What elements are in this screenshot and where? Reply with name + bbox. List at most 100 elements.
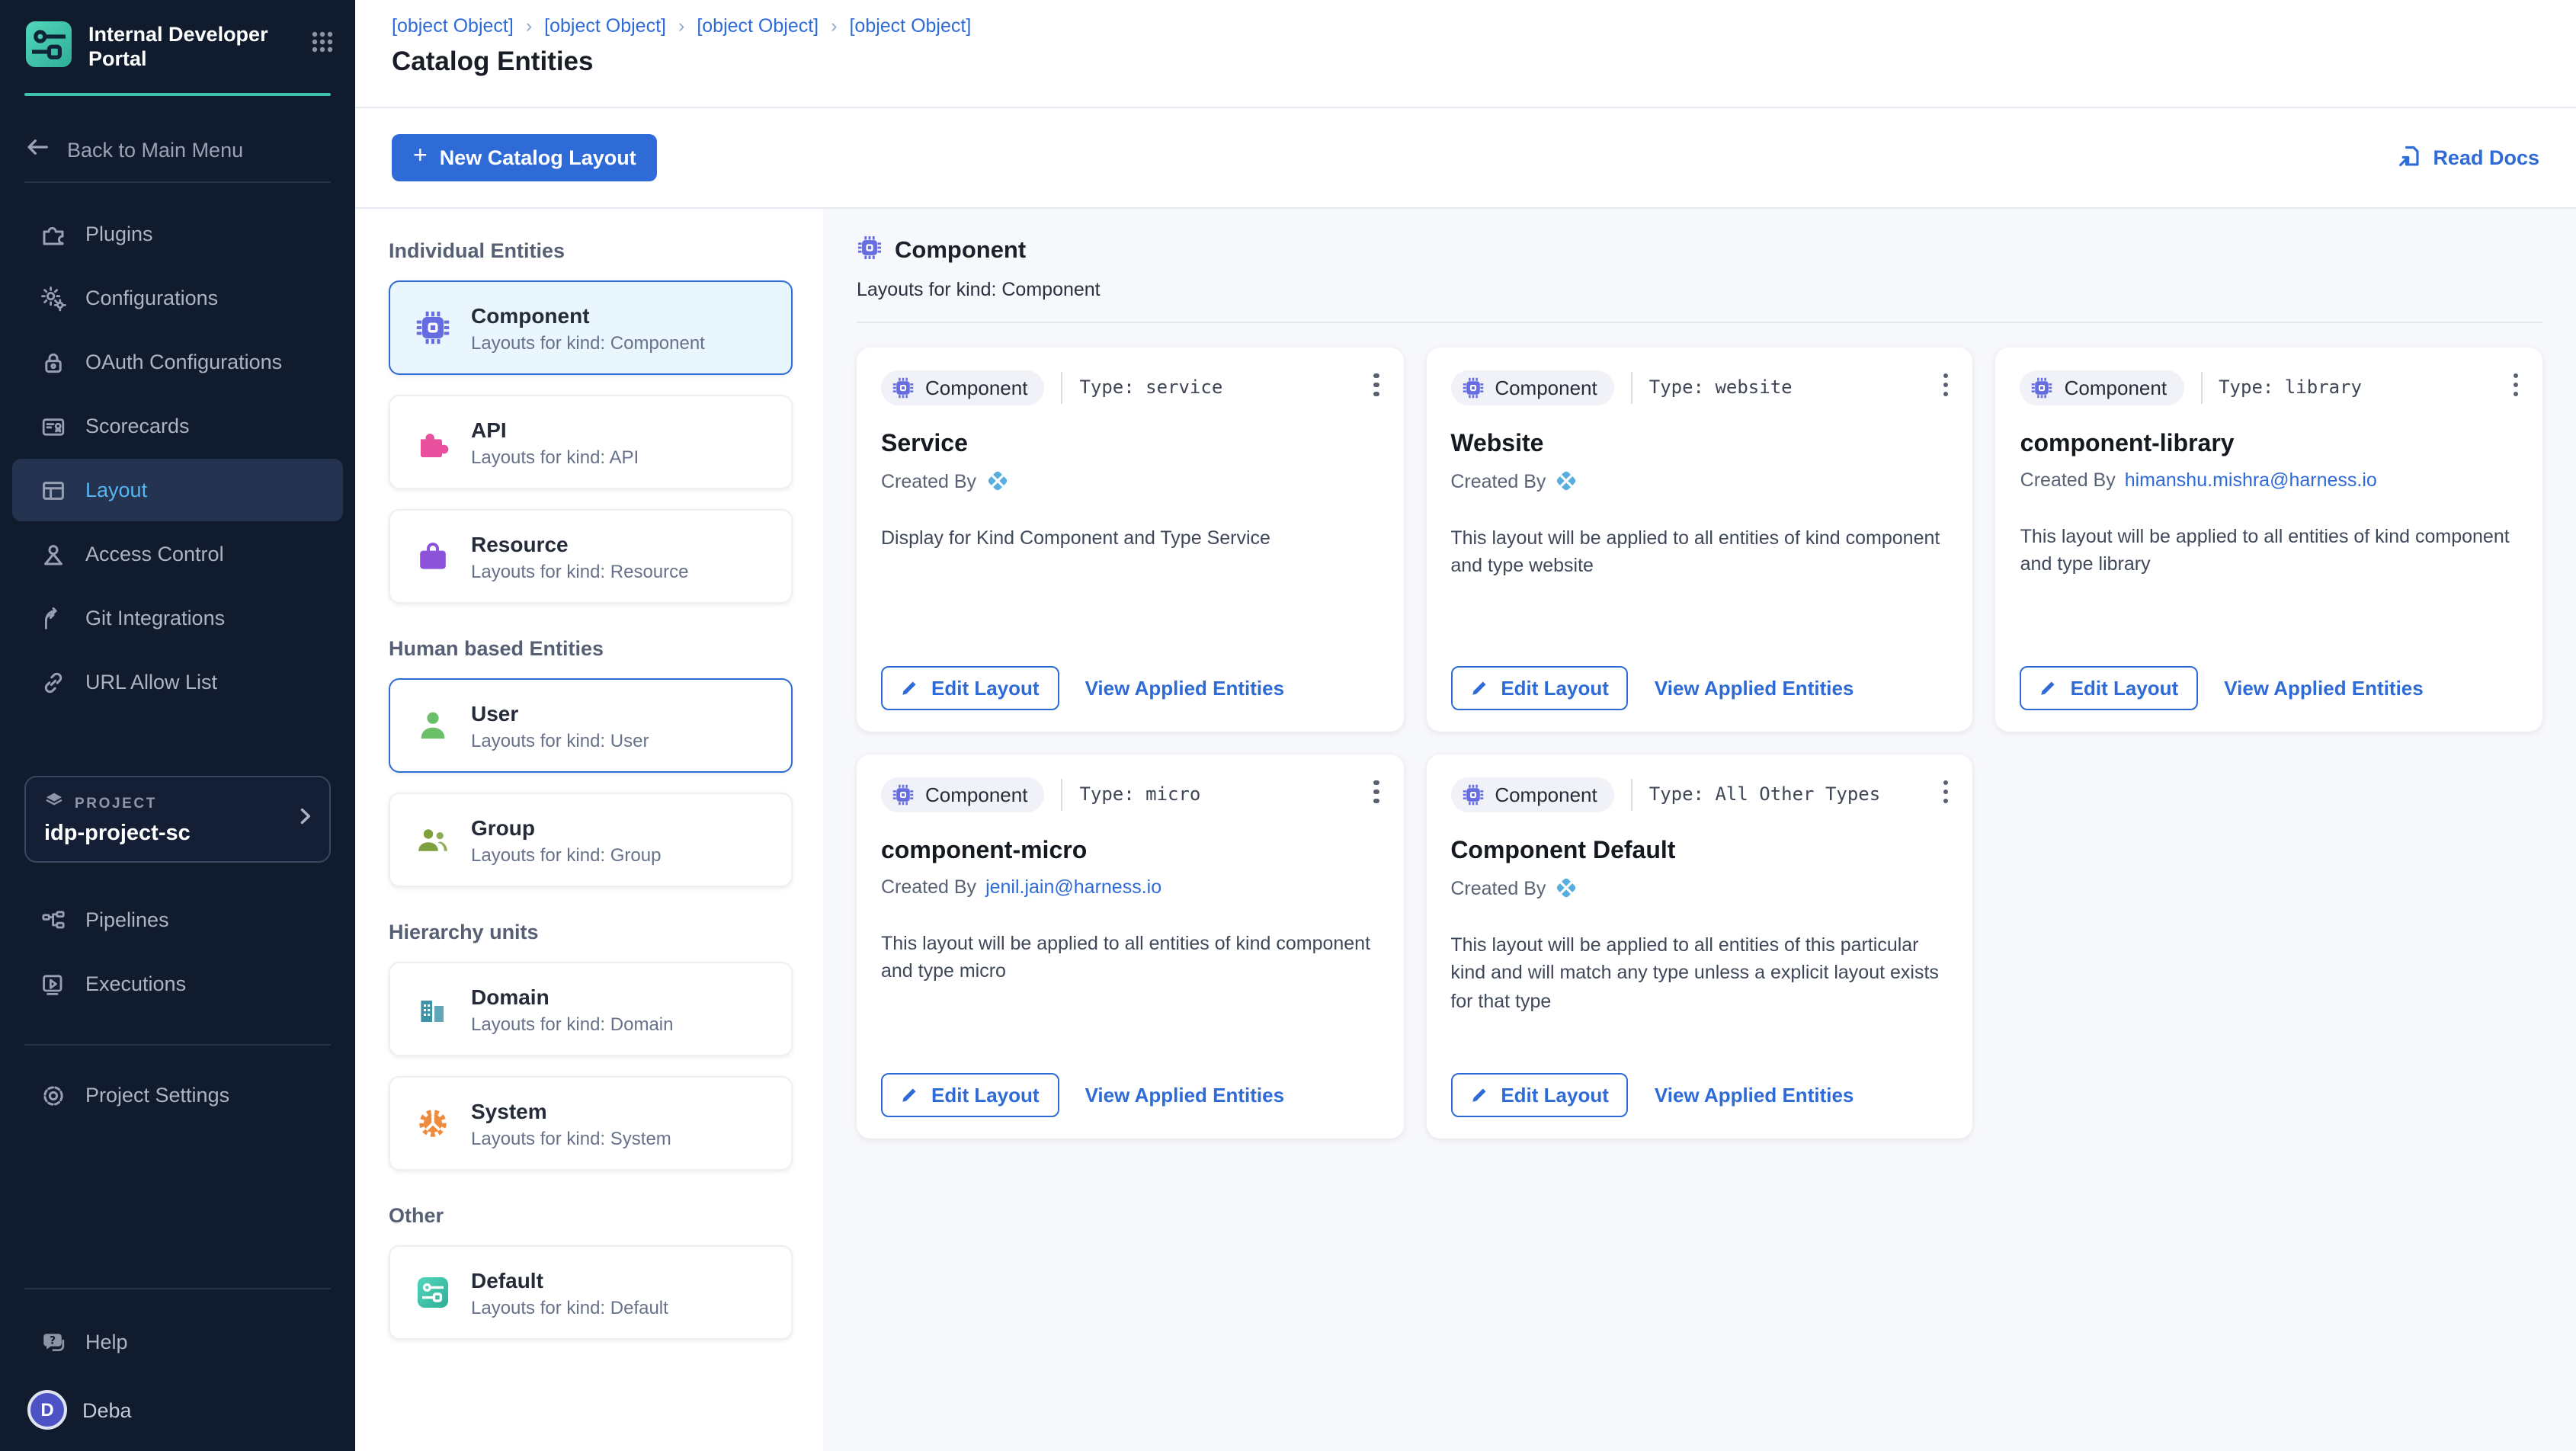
sidebar-item[interactable]: Pipelines	[12, 889, 343, 952]
created-by-author-link[interactable]: himanshu.mishra@harness.io	[2125, 469, 2377, 491]
plus-icon: +	[413, 147, 428, 169]
project-selector[interactable]: PROJECT idp-project-sc	[24, 777, 331, 863]
entity-kind-card[interactable]: Component Layouts for kind: Component	[389, 280, 793, 375]
created-by-label: Created By	[1450, 877, 1546, 898]
sidebar-item[interactable]: Executions	[12, 953, 343, 1016]
type-label: Type: micro	[1061, 778, 1200, 811]
kebab-menu-icon[interactable]	[2507, 367, 2524, 403]
entity-kind-desc: Layouts for kind: API	[471, 446, 639, 467]
docs-external-icon	[2396, 143, 2422, 173]
kind-badge: Component	[1450, 370, 1613, 405]
sidebar-item[interactable]: Access Control	[12, 524, 343, 586]
user-name: Deba	[82, 1398, 132, 1421]
entity-section: Human based Entities User Layouts for ki…	[389, 637, 793, 887]
view-applied-entities-link[interactable]: View Applied Entities	[1085, 1084, 1285, 1107]
harness-logo-icon	[1555, 469, 1578, 492]
kebab-menu-icon[interactable]	[1368, 774, 1386, 810]
read-docs-link[interactable]: Read Docs	[2396, 143, 2539, 173]
scorecards-icon	[40, 413, 67, 440]
entity-kind-title: User	[471, 700, 649, 725]
entity-kind-title: Resource	[471, 531, 689, 556]
layers-icon	[44, 792, 64, 816]
edit-layout-button[interactable]: Edit Layout	[881, 1073, 1059, 1117]
sidebar-item[interactable]: OAuth Configurations	[12, 332, 343, 394]
created-by-label: Created By	[881, 876, 976, 898]
entity-kind-title: Component	[471, 303, 705, 327]
entity-kind-panel: Individual Entities Component Layouts fo…	[355, 209, 823, 1451]
sidebar-item[interactable]: Git Integrations	[12, 588, 343, 650]
sidebar-item-label: Scorecards	[85, 415, 190, 438]
kind-badge: Component	[881, 370, 1044, 405]
layout-card: Component Type: All Other Types Componen…	[1426, 754, 1972, 1139]
created-by-label: Created By	[881, 470, 976, 492]
entity-kind-card[interactable]: User Layouts for kind: User	[389, 678, 793, 773]
edit-layout-button[interactable]: Edit Layout	[1450, 1073, 1629, 1117]
help-chat-icon: ?	[40, 1328, 67, 1356]
kebab-menu-icon[interactable]	[1368, 367, 1386, 403]
component-chip-icon	[857, 235, 883, 268]
kebab-menu-icon[interactable]	[1937, 367, 1955, 403]
breadcrumb-item[interactable]: [object Object]	[392, 15, 514, 37]
new-catalog-layout-button[interactable]: + New Catalog Layout	[392, 134, 658, 181]
breadcrumb-item[interactable]: [object Object]	[514, 15, 666, 37]
entity-section-heading: Other	[389, 1204, 793, 1227]
entity-kind-desc: Layouts for kind: Component	[471, 332, 705, 353]
sidebar-item-label: Git Integrations	[85, 607, 225, 630]
sidebar-item[interactable]: Configurations	[12, 267, 343, 330]
sidebar-item-label: URL Allow List	[85, 671, 217, 694]
sidebar-bottom: ? Help D Deba	[0, 1288, 355, 1451]
pipelines-icon	[40, 907, 67, 934]
edit-layout-button[interactable]: Edit Layout	[2020, 666, 2199, 710]
pencil-icon	[901, 1083, 921, 1107]
sidebar-item[interactable]: URL Allow List	[12, 652, 343, 714]
layout-cards-grid: Component Type: service Service Created …	[857, 348, 2542, 1139]
configurations-icon	[40, 285, 67, 312]
edit-layout-button[interactable]: Edit Layout	[881, 666, 1059, 710]
sidebar-item-label: Access Control	[85, 543, 224, 566]
entity-kind-card[interactable]: Resource Layouts for kind: Resource	[389, 509, 793, 604]
created-by-label: Created By	[2020, 469, 2116, 491]
pencil-icon	[901, 676, 921, 700]
app-grid-icon[interactable]	[311, 20, 334, 61]
view-applied-entities-link[interactable]: View Applied Entities	[2224, 677, 2424, 700]
view-applied-entities-link[interactable]: View Applied Entities	[1655, 1084, 1854, 1107]
type-label: Type: website	[1631, 371, 1793, 404]
kind-badge-label: Component	[1495, 783, 1597, 806]
type-label: Type: library	[2200, 371, 2362, 404]
sidebar-item[interactable]: Layout	[12, 460, 343, 522]
pencil-icon	[2040, 676, 2060, 700]
sidebar-item-help[interactable]: ? Help	[12, 1311, 343, 1373]
breadcrumb-item[interactable]: [object Object]	[666, 15, 819, 37]
oauth-icon	[40, 349, 67, 376]
view-applied-entities-link[interactable]: View Applied Entities	[1085, 677, 1285, 700]
user-menu[interactable]: D Deba	[0, 1375, 355, 1439]
avatar: D	[27, 1390, 67, 1430]
entity-kind-card[interactable]: API Layouts for kind: API	[389, 395, 793, 489]
project-name: idp-project-sc	[44, 822, 293, 847]
git-icon	[40, 605, 67, 633]
sidebar-item-project-settings[interactable]: Project Settings	[12, 1065, 343, 1127]
sidebar-item[interactable]: Scorecards	[12, 396, 343, 458]
section-title: Component	[895, 238, 1026, 265]
entity-kind-card[interactable]: System Layouts for kind: System	[389, 1076, 793, 1171]
entity-kind-card[interactable]: Group Layouts for kind: Group	[389, 793, 793, 887]
layout-card: Component Type: website Website Created …	[1426, 348, 1972, 732]
kebab-menu-icon[interactable]	[1937, 774, 1955, 810]
entity-kind-card[interactable]: Domain Layouts for kind: Domain	[389, 962, 793, 1056]
action-bar: + New Catalog Layout Read Docs	[355, 108, 2576, 209]
brand-row: Internal Developer Portal	[0, 0, 355, 73]
entity-kind-desc: Layouts for kind: Domain	[471, 1013, 673, 1034]
chevron-right-icon	[294, 806, 316, 834]
teal-accent-rule	[24, 93, 331, 97]
svg-text:?: ?	[50, 1334, 56, 1346]
back-to-main-menu[interactable]: Back to Main Menu	[0, 118, 355, 182]
created-by-author-link[interactable]: jenil.jain@harness.io	[985, 876, 1161, 898]
brand-title: Internal Developer Portal	[88, 20, 296, 73]
edit-layout-button[interactable]: Edit Layout	[1450, 666, 1629, 710]
view-applied-entities-link[interactable]: View Applied Entities	[1655, 677, 1854, 700]
pencil-icon	[1470, 676, 1490, 700]
back-label: Back to Main Menu	[67, 139, 243, 162]
sidebar-item[interactable]: Plugins	[12, 203, 343, 266]
entity-kind-card[interactable]: Default Layouts for kind: Default	[389, 1245, 793, 1340]
breadcrumb-item[interactable]: [object Object]	[819, 15, 971, 37]
